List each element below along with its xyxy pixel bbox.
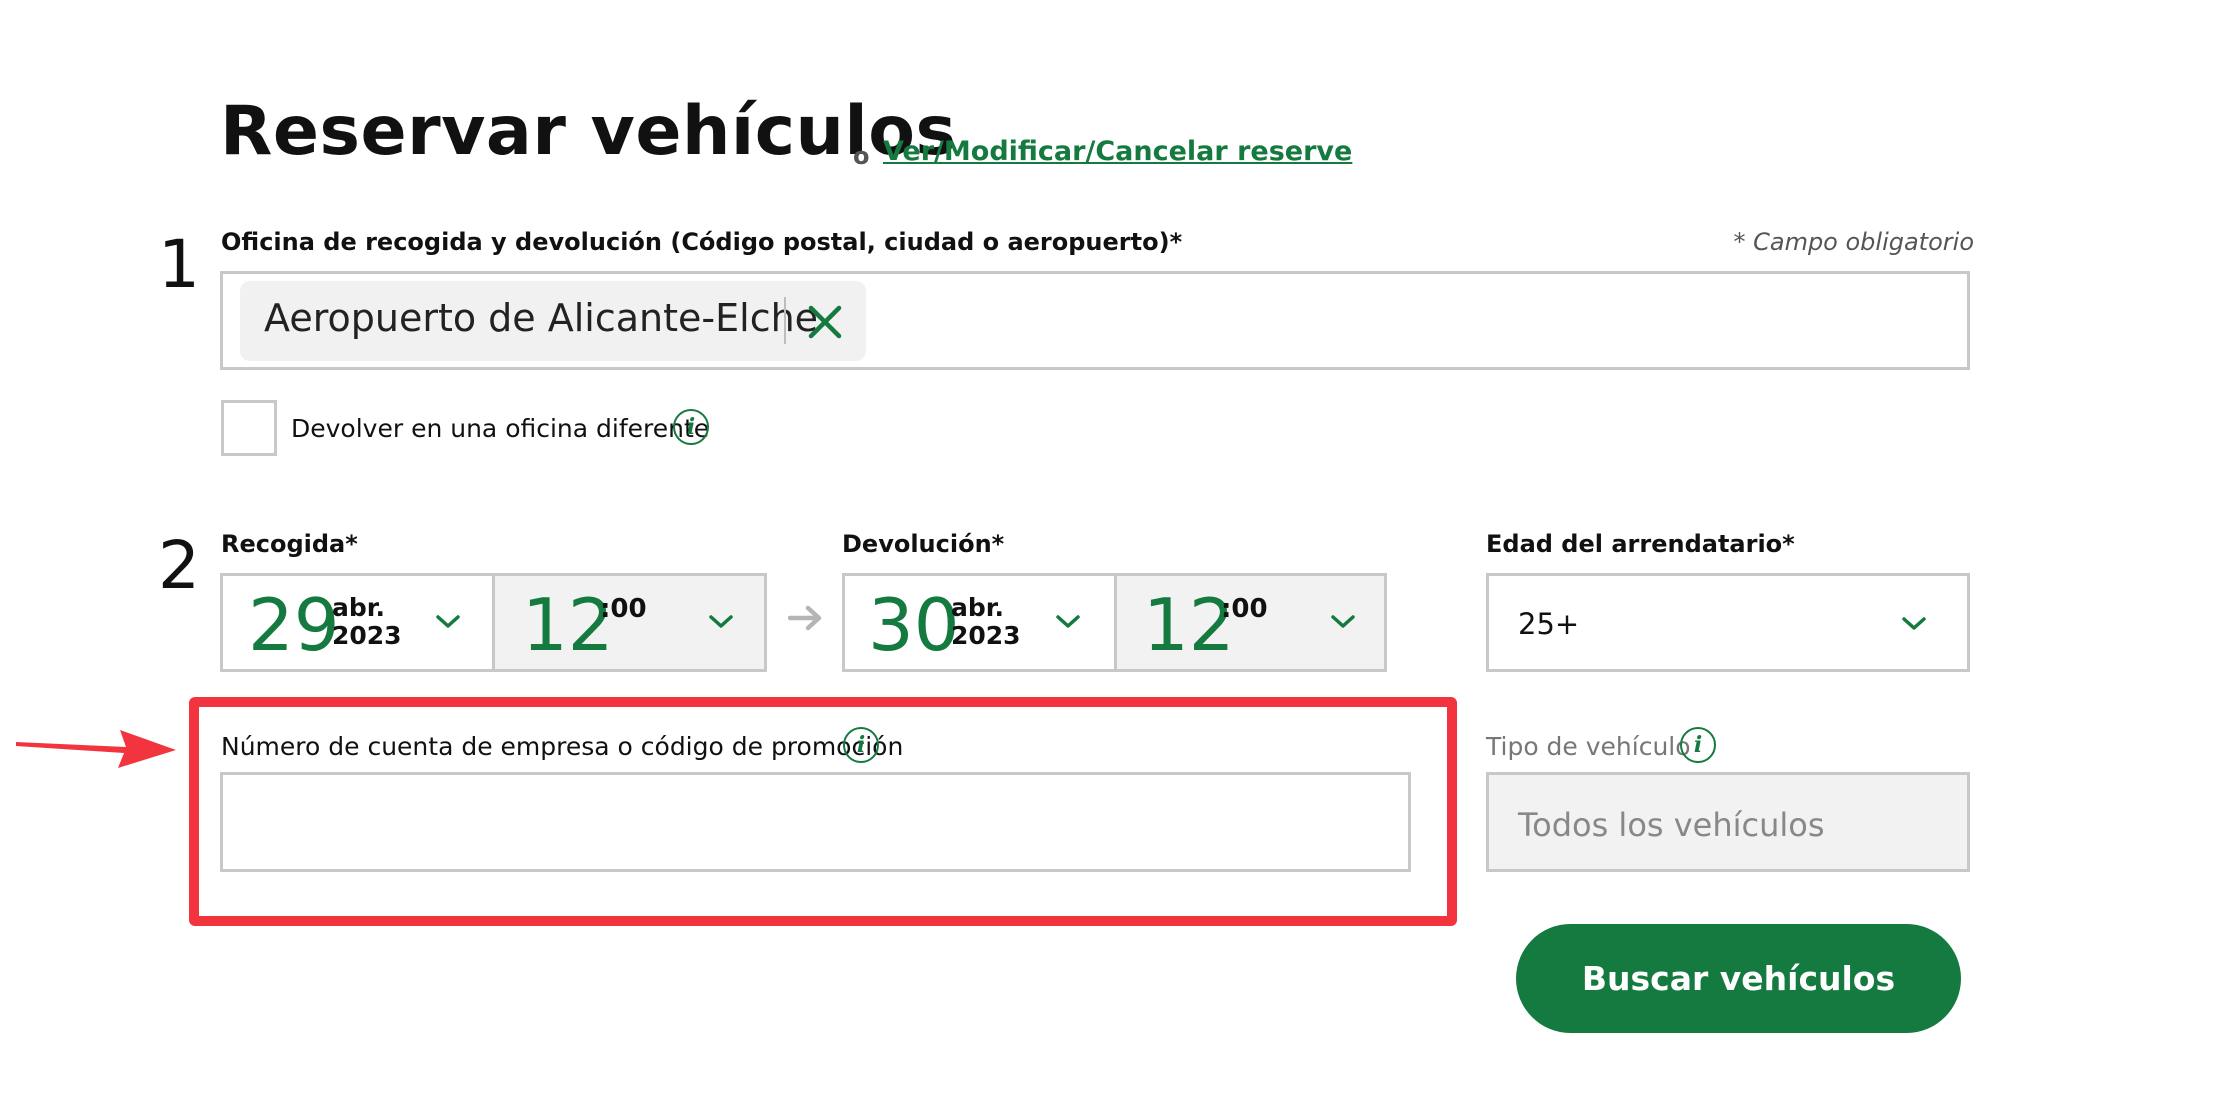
age-value: 25+ xyxy=(1518,607,1580,641)
return-minutes: :00 xyxy=(1221,594,1268,624)
chip-divider xyxy=(784,297,786,344)
promo-label: Número de cuenta de empresa o código de … xyxy=(221,732,904,761)
pickup-minutes: :00 xyxy=(600,594,647,624)
modify-reservation-link[interactable]: Ver/Modificar/Cancelar reserve xyxy=(883,136,1352,167)
return-label: Devolución* xyxy=(842,530,1005,558)
chevron-down-icon xyxy=(1331,615,1355,628)
vehicle-type-label: Tipo de vehículo xyxy=(1486,732,1691,761)
pickup-year: 2023 xyxy=(332,621,402,650)
return-different-checkbox[interactable] xyxy=(221,400,277,456)
return-day: 30 xyxy=(868,583,960,667)
arrow-right-icon xyxy=(788,605,822,631)
info-icon[interactable]: i xyxy=(1680,727,1716,763)
return-year: 2023 xyxy=(951,621,1021,650)
chevron-down-icon xyxy=(1056,615,1080,628)
title-separator: o xyxy=(853,142,870,170)
chevron-down-icon xyxy=(436,615,460,628)
annotation-arrow-icon xyxy=(16,730,176,768)
close-icon[interactable] xyxy=(805,302,845,342)
chevron-down-icon xyxy=(1902,617,1926,630)
info-icon[interactable]: i xyxy=(673,409,709,445)
chevron-down-icon xyxy=(709,615,733,628)
info-icon[interactable]: i xyxy=(843,727,879,763)
search-vehicles-button[interactable]: Buscar vehículos xyxy=(1516,924,1961,1033)
pickup-month: abr. xyxy=(332,593,386,622)
age-label: Edad del arrendatario* xyxy=(1486,530,1795,558)
promo-code-input[interactable] xyxy=(220,772,1411,872)
return-month: abr. xyxy=(951,593,1005,622)
location-chip-text: Aeropuerto de Alicante-Elche xyxy=(264,296,819,340)
page-title: Reservar vehículos xyxy=(220,92,957,171)
vehicle-type-value: Todos los vehículos xyxy=(1518,806,1825,844)
step-number-2: 2 xyxy=(158,527,200,604)
location-label: Oficina de recogida y devolución (Código… xyxy=(221,228,1183,256)
required-note: * Campo obligatorio xyxy=(1733,228,1974,256)
step-number-1: 1 xyxy=(158,226,200,303)
pickup-day: 29 xyxy=(248,583,340,667)
pickup-label: Recogida* xyxy=(221,530,358,558)
return-different-label: Devolver en una oficina diferente xyxy=(291,414,710,443)
